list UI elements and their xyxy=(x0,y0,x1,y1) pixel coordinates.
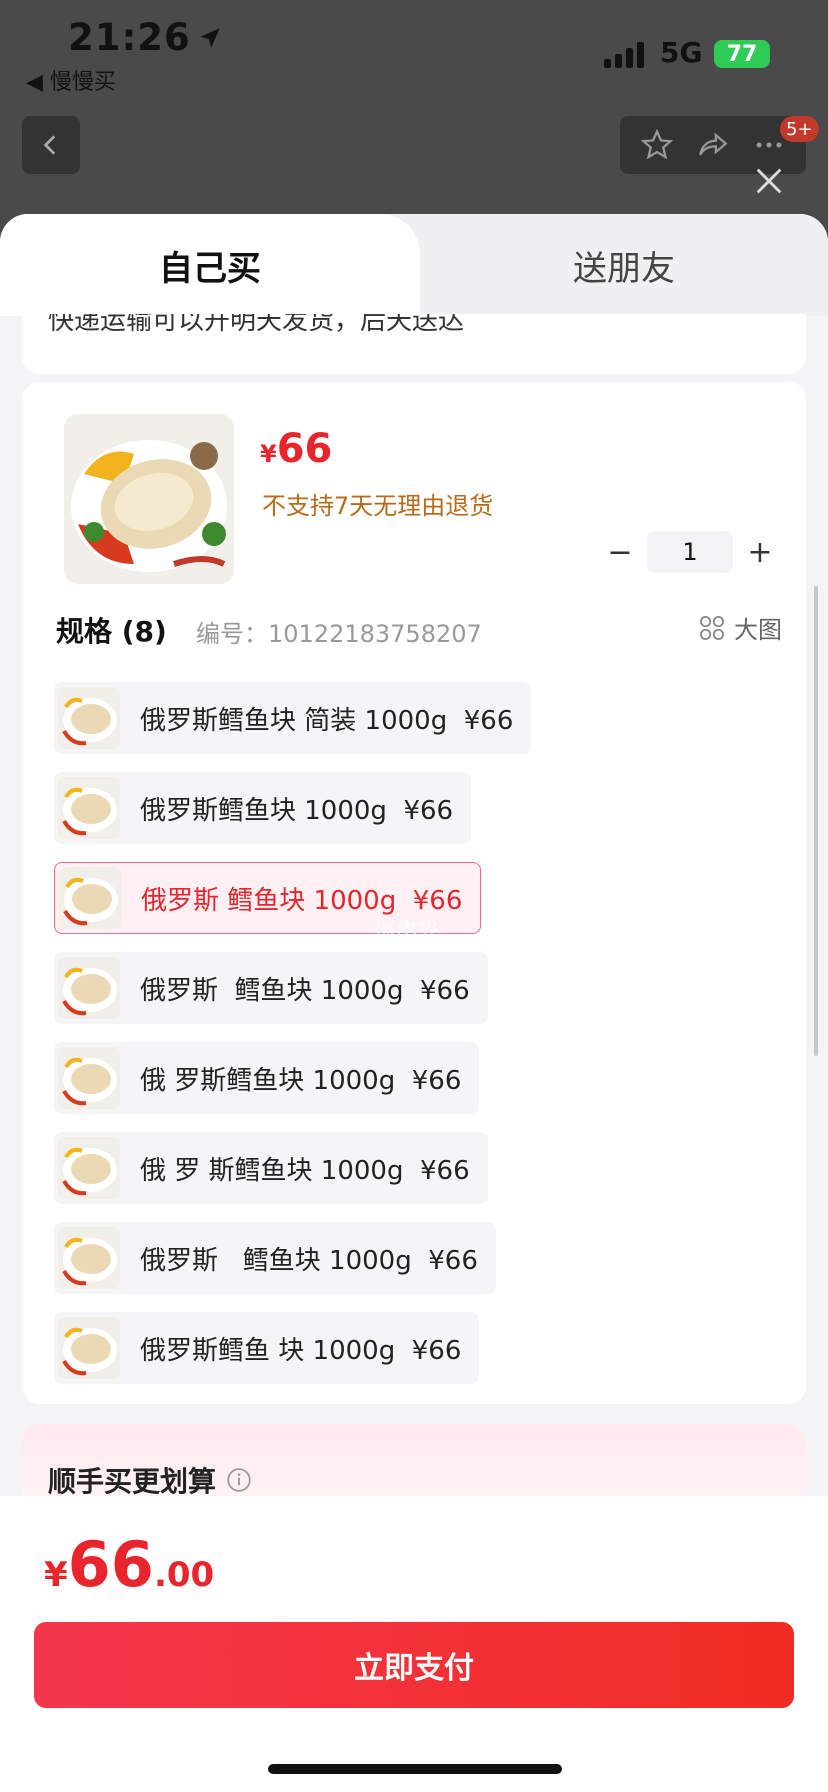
status-bar: 21:26 ◀ 慢慢买 5G 77 xyxy=(0,0,828,100)
product-code: 编号：10122183758207 xyxy=(196,620,482,648)
tab-buy-for-self[interactable]: 自己买 xyxy=(0,214,420,316)
option-thumbnail xyxy=(58,1047,120,1109)
cellular-signal-icon xyxy=(604,40,648,68)
option-label: 俄 罗斯鳕鱼块 1000g ¥66 xyxy=(140,1065,462,1096)
chevron-left-icon xyxy=(43,135,56,155)
option-label: 俄罗斯鳕鱼 块 1000g ¥66 xyxy=(140,1335,462,1366)
option-label: 俄罗斯鳕鱼块 简装 1000g ¥66 xyxy=(140,705,514,736)
return-policy: 不支持7天无理由退货 xyxy=(262,492,494,520)
spec-title: 规格 (8) xyxy=(56,615,167,648)
option-thumbnail xyxy=(58,1227,120,1289)
decrease-button[interactable]: − xyxy=(600,532,640,572)
option-thumbnail xyxy=(58,777,120,839)
price-value: 66 xyxy=(276,426,333,472)
option-label: 俄 罗 斯鳕鱼块 1000g ¥66 xyxy=(140,1155,470,1186)
delivery-info-card: 快递运输可以开明天发货，后天送达 xyxy=(22,314,806,374)
option-label: 俄罗斯鳕鱼块 1000g ¥66 xyxy=(140,795,454,826)
option-label: 俄罗斯 鳕鱼块 1000g ¥66 xyxy=(140,1245,478,1276)
network-type: 5G xyxy=(660,36,703,69)
close-icon[interactable] xyxy=(752,164,786,198)
spec-option[interactable]: 俄罗斯 鳕鱼块 1000g ¥66 xyxy=(54,952,488,1024)
total-currency: ¥ xyxy=(44,1555,68,1595)
addon-title: 顺手买更划算 xyxy=(48,1460,252,1500)
option-thumbnail xyxy=(58,957,120,1019)
product-price: ¥66 xyxy=(260,426,332,472)
spec-option[interactable]: 俄罗斯鳕鱼块 简装 1000g ¥66 xyxy=(54,682,532,754)
pay-now-button[interactable]: 立即支付 xyxy=(34,1622,794,1708)
time-text: 21:26 xyxy=(68,16,191,59)
back-to-app-link[interactable]: ◀ 慢慢买 xyxy=(26,64,116,96)
star-icon[interactable] xyxy=(640,128,674,162)
option-thumbnail xyxy=(58,1137,120,1199)
spec-option[interactable]: 俄 罗斯鳕鱼块 1000g ¥66 xyxy=(54,1042,480,1114)
option-thumbnail xyxy=(58,687,120,749)
clock: 21:26 xyxy=(68,16,223,59)
quantity-input[interactable]: 1 xyxy=(647,531,733,573)
back-button[interactable] xyxy=(22,116,80,174)
total-decimal: .00 xyxy=(153,1555,215,1595)
spec-option[interactable]: 俄罗斯鳕鱼块 1000g ¥66 xyxy=(54,772,472,844)
share-icon[interactable] xyxy=(695,128,731,162)
big-picture-toggle[interactable]: 大图 xyxy=(698,610,782,645)
spec-header: 规格 (8) 编号：10122183758207 大图 xyxy=(56,610,786,650)
info-icon[interactable] xyxy=(226,1467,252,1493)
big-picture-label: 大图 xyxy=(734,616,782,644)
currency-symbol: ¥ xyxy=(260,440,277,468)
total-integer: 66 xyxy=(67,1528,154,1601)
option-thumbnail xyxy=(59,867,121,929)
total-price: ¥66.00 xyxy=(44,1528,214,1601)
spec-option[interactable]: 俄罗斯 鳕鱼块 1000g ¥66 xyxy=(54,1222,496,1294)
tab-bar: 自己买 送朋友 xyxy=(0,214,828,316)
home-indicator[interactable] xyxy=(268,1764,562,1774)
product-image[interactable] xyxy=(64,414,234,584)
battery-icon: 77 xyxy=(714,40,770,68)
spec-option[interactable]: 俄 罗 斯鳕鱼块 1000g ¥66 xyxy=(54,1132,488,1204)
addon-title-text: 顺手买更划算 xyxy=(48,1465,217,1498)
quantity-stepper: − 1 + xyxy=(600,530,780,574)
location-arrow-icon xyxy=(200,27,220,48)
checkout-bar: ¥66.00 立即支付 xyxy=(0,1496,828,1792)
grid-icon xyxy=(699,615,725,640)
option-label: 俄罗斯 鳕鱼块 1000g ¥66 xyxy=(140,975,470,1006)
product-card: ¥66 不支持7天无理由退货 − 1 + 规格 (8) 编号：101221837… xyxy=(22,382,806,1404)
fish-dish-image xyxy=(64,414,234,584)
watermark-text: 爆串光 xyxy=(374,920,441,945)
scrollbar[interactable] xyxy=(814,586,818,1056)
spec-option[interactable]: 俄罗斯鳕鱼 块 1000g ¥66 xyxy=(54,1312,480,1384)
option-label: 俄罗斯 鳕鱼块 1000g ¥66 xyxy=(141,885,463,916)
option-thumbnail xyxy=(58,1317,120,1379)
increase-button[interactable]: + xyxy=(740,532,780,572)
notification-badge: 5+ xyxy=(780,116,819,142)
spec-options: 俄罗斯鳕鱼块 简装 1000g ¥66 俄罗斯鳕鱼块 1000g ¥66 俄罗斯… xyxy=(54,682,794,1402)
delivery-info-text: 快递运输可以开明天发货，后天送达 xyxy=(48,314,465,336)
tab-gift-to-friend[interactable]: 送朋友 xyxy=(420,214,828,316)
